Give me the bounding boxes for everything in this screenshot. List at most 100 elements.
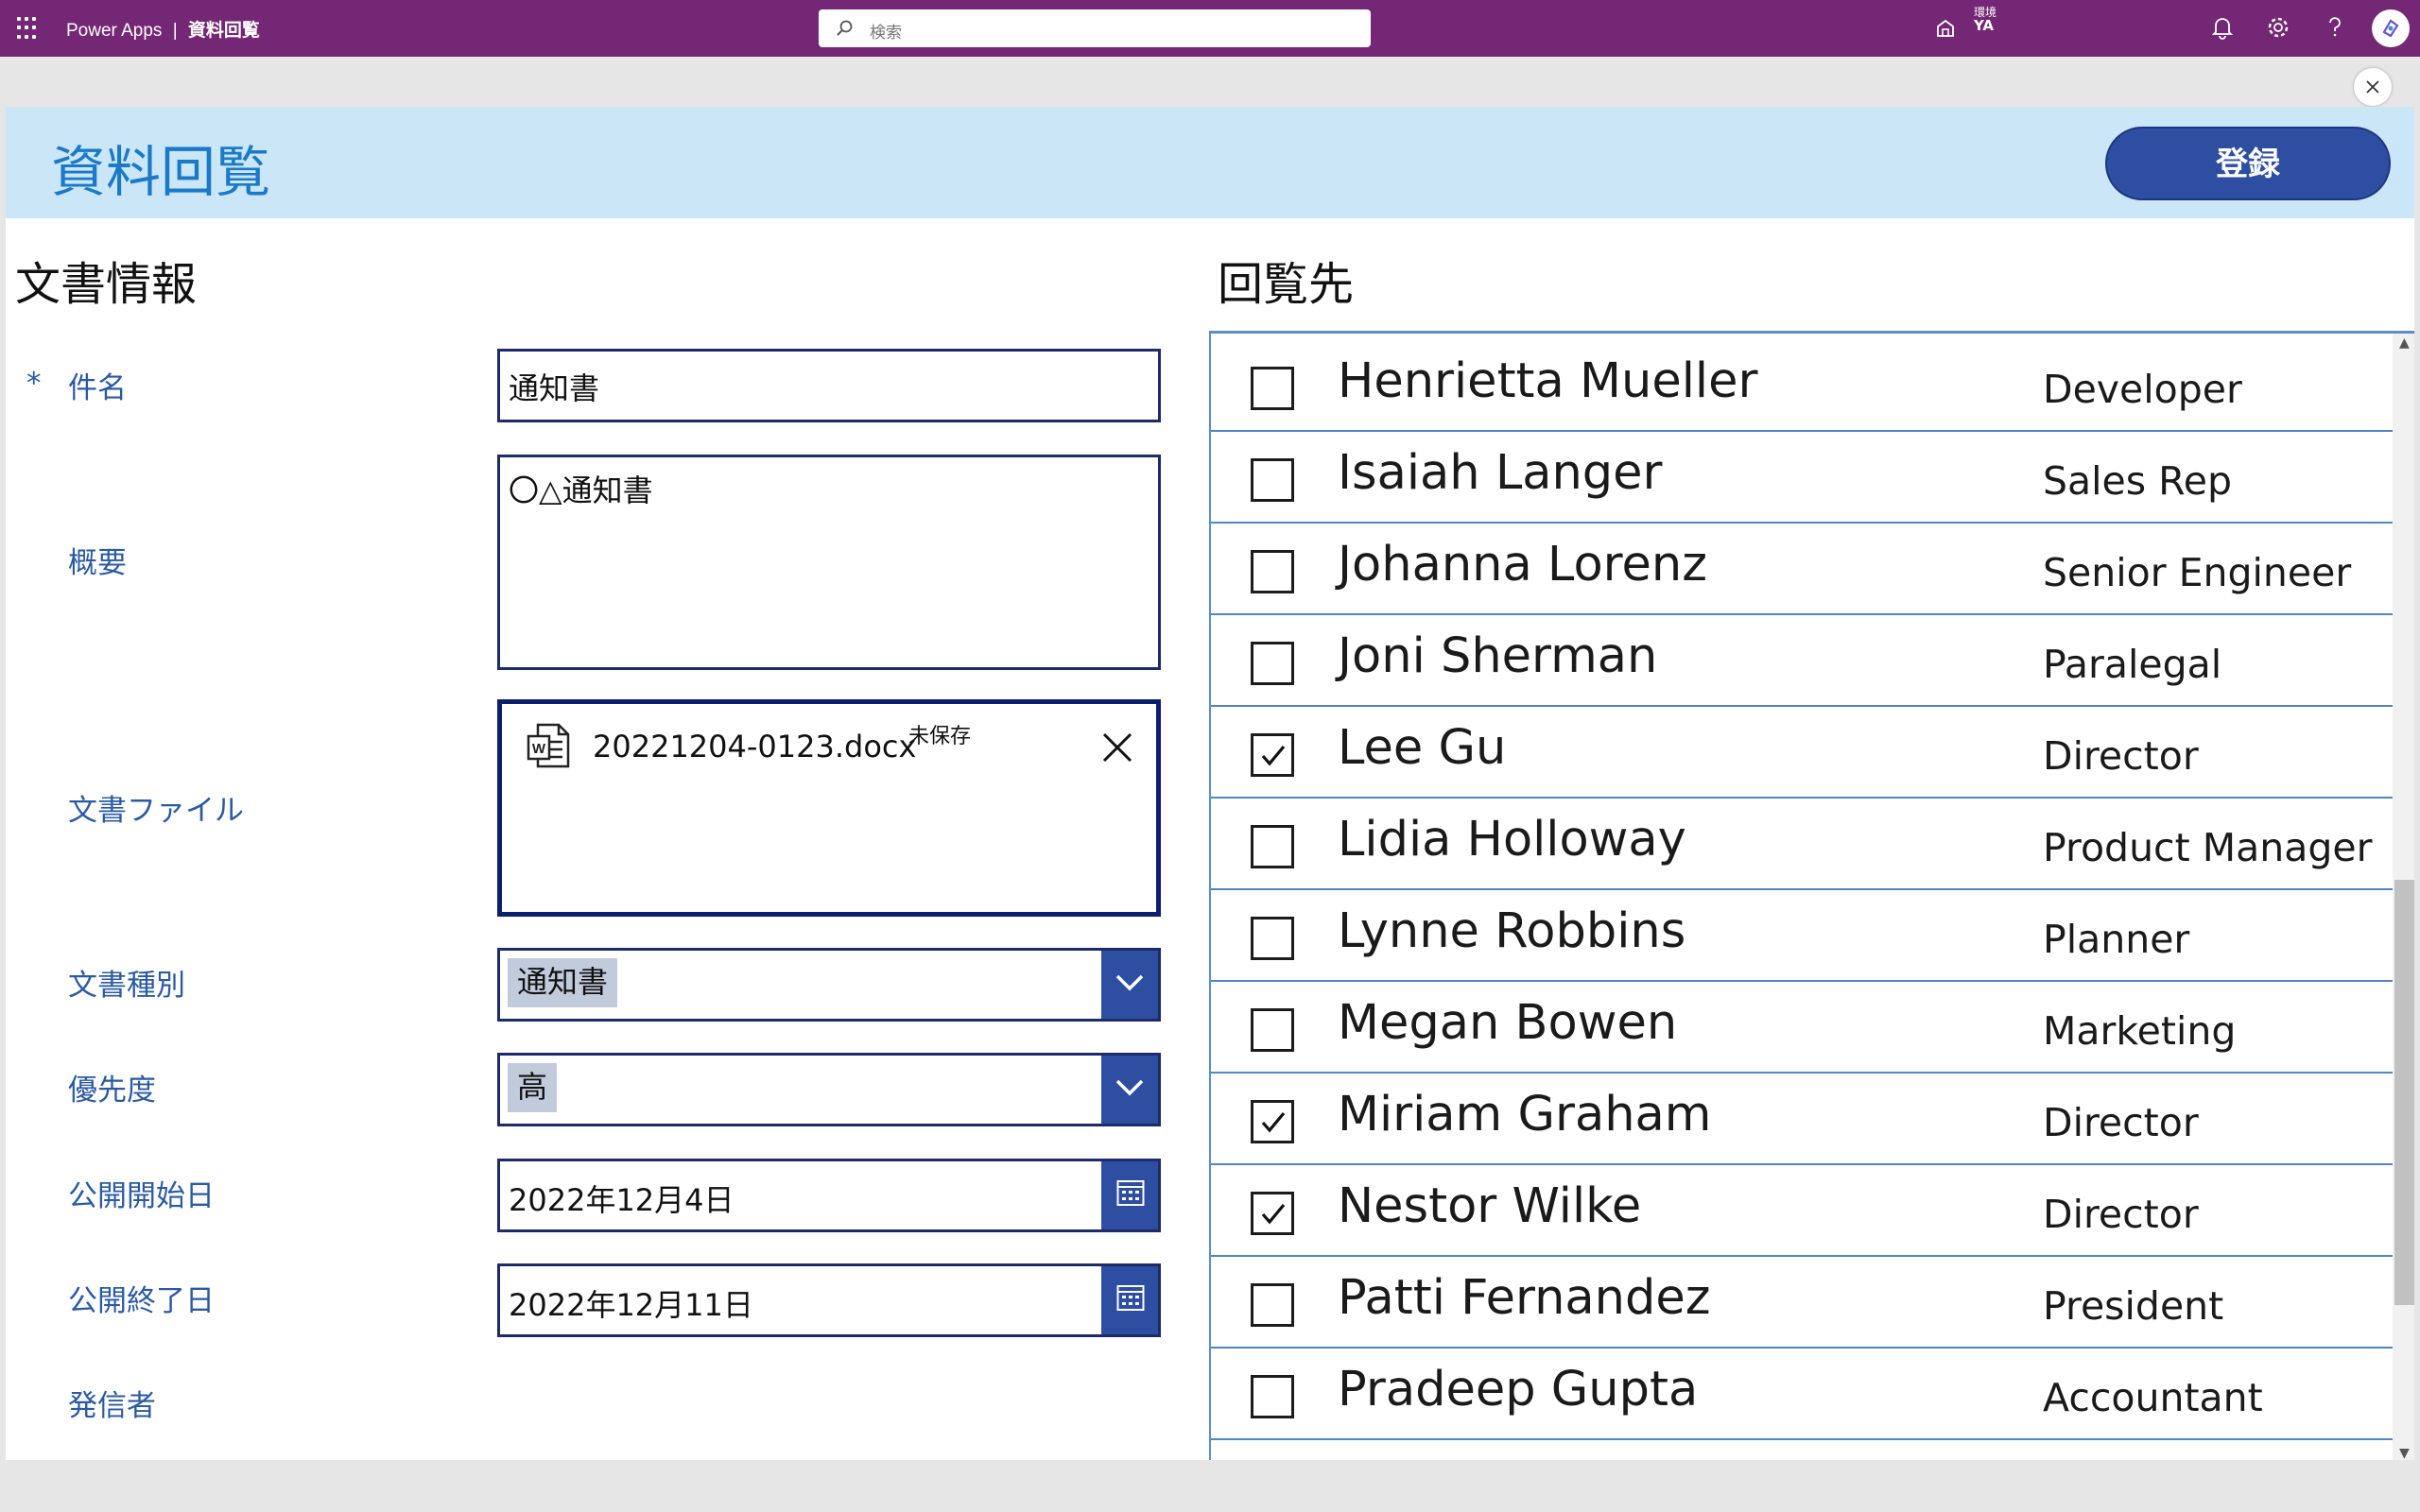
recipient-name: Pradeep Gupta [1338, 1362, 1699, 1418]
recipient-row[interactable]: Henrietta Mueller Developer [1211, 340, 2393, 432]
register-button[interactable]: 登録 [2105, 127, 2391, 200]
sender-label: 発信者 [68, 1389, 156, 1423]
recipient-row[interactable]: Johanna Lorenz Senior Engineer [1211, 524, 2393, 615]
recipient-row[interactable]: Isaiah Langer Sales Rep [1211, 432, 2393, 524]
app-launcher-icon[interactable] [17, 17, 40, 40]
checkmark-icon [1261, 1111, 1286, 1133]
recipient-row[interactable]: Joni Sherman Paralegal [1211, 615, 2393, 707]
recipient-name: Henrietta Mueller [1338, 353, 1758, 409]
app-canvas: 資料回覧 登録 文書情報 * 件名 通知書 概要 〇△通知書 文書ファイル W … [6, 107, 2414, 1460]
recipient-row[interactable]: Pradeep Gupta Accountant [1211, 1349, 2393, 1440]
recipient-name: Joni Sherman [1338, 628, 1658, 684]
end-date-calendar-button[interactable] [1101, 1266, 1158, 1334]
recipient-role: Director [2043, 1100, 2199, 1145]
recipient-role: Paralegal [2043, 642, 2222, 687]
recipients-title: 回覧先 [1218, 258, 1355, 311]
priority-dropdown[interactable]: 高 [497, 1053, 1161, 1126]
search-placeholder: 検索 [870, 24, 902, 43]
file-label: 文書ファイル [68, 794, 244, 828]
close-icon [2366, 80, 2379, 94]
end-date-label: 公開終了日 [68, 1284, 215, 1318]
recipient-row[interactable]: Lynne Robbins Planner [1211, 890, 2393, 982]
recipient-row[interactable]: Lidia Holloway Product Manager [1211, 799, 2393, 890]
summary-textarea[interactable]: 〇△通知書 [497, 455, 1161, 670]
subject-input[interactable]: 通知書 [497, 349, 1161, 422]
app-name: 資料回覧 [187, 21, 260, 41]
recipient-role: Accountant [2043, 1375, 2263, 1420]
start-date-calendar-button[interactable] [1101, 1161, 1158, 1229]
title-separator: | [172, 21, 178, 41]
checkbox-unchecked[interactable] [1251, 642, 1294, 685]
search-icon [837, 20, 853, 36]
start-date-picker[interactable]: 2022年12月4日 [497, 1159, 1161, 1232]
recipient-role: Director [2043, 1192, 2199, 1237]
checkbox-unchecked[interactable] [1251, 917, 1294, 960]
checkbox-unchecked[interactable] [1251, 367, 1294, 410]
recipient-name: Nestor Wilke [1338, 1178, 1642, 1234]
app-title: Power Apps | 資料回覧 [66, 16, 260, 42]
gear-icon[interactable] [2266, 15, 2290, 40]
recipient-role: Sales Rep [2043, 458, 2233, 504]
recipient-role: Product Manager [2043, 825, 2373, 870]
file-status: 未保存 [908, 725, 972, 748]
calendar-icon [1116, 1180, 1145, 1206]
doc-type-label: 文書種別 [68, 969, 185, 1003]
priority-value: 高 [508, 1063, 558, 1112]
environment-value: YA [1974, 17, 1995, 34]
checkbox-unchecked[interactable] [1251, 1283, 1294, 1327]
recipient-name: Megan Bowen [1338, 995, 1678, 1051]
recipient-row[interactable]: Miriam Graham Director [1211, 1074, 2393, 1165]
end-date-picker[interactable]: 2022年12月11日 [497, 1263, 1161, 1337]
checkbox-unchecked[interactable] [1251, 550, 1294, 593]
recipient-row[interactable]: Patti Fernandez President [1211, 1257, 2393, 1349]
checkmark-icon [1261, 745, 1286, 766]
checkbox-unchecked[interactable] [1251, 1375, 1294, 1418]
remove-file-icon[interactable] [1102, 732, 1132, 763]
scroll-up-icon[interactable]: ▲ [2399, 335, 2410, 351]
page-title: 資料回覧 [51, 140, 271, 204]
checkbox-checked[interactable] [1251, 1192, 1294, 1235]
recipient-role: Developer [2043, 367, 2242, 412]
checkbox-checked[interactable] [1251, 733, 1294, 777]
recipients-gallery[interactable]: Henrietta Mueller Developer Isaiah Langer S… [1209, 331, 2414, 1460]
recipient-role: Marketing [2043, 1008, 2237, 1054]
gallery-scrollbar[interactable]: ▲ ▼ [2393, 334, 2414, 1460]
recipient-name: Miriam Graham [1338, 1087, 1712, 1143]
checkbox-unchecked[interactable] [1251, 458, 1294, 502]
chevron-down-icon [1115, 1079, 1144, 1096]
doc-type-value: 通知書 [508, 958, 618, 1007]
doc-type-dropdown[interactable]: 通知書 [497, 948, 1161, 1022]
environment-label[interactable]: 環境 YA [1974, 6, 1996, 34]
search-box[interactable]: 検索 [819, 9, 1371, 47]
recipient-row[interactable]: Megan Bowen Marketing [1211, 982, 2393, 1074]
recipient-name: Isaiah Langer [1338, 445, 1663, 501]
priority-dropdown-button[interactable] [1101, 1056, 1158, 1124]
environment-icon[interactable] [1934, 17, 1957, 40]
recipient-role: President [2043, 1283, 2224, 1329]
chevron-down-icon [1115, 974, 1144, 991]
file-name: 20221204-0123.docx [593, 729, 917, 765]
file-attachment-box[interactable]: W 20221204-0123.docx 未保存 [497, 699, 1161, 917]
scrollbar-thumb[interactable] [2394, 880, 2414, 1305]
recipient-name: Patti Fernandez [1338, 1270, 1711, 1326]
user-avatar[interactable] [2372, 9, 2410, 47]
scroll-down-icon[interactable]: ▼ [2399, 1446, 2410, 1460]
recipient-role: Senior Engineer [2043, 550, 2352, 595]
summary-label: 概要 [68, 546, 127, 580]
recipient-role: Director [2043, 733, 2199, 779]
recipient-row[interactable]: Nestor Wilke Director [1211, 1165, 2393, 1257]
recipient-name: Johanna Lorenz [1338, 537, 1707, 593]
bell-icon[interactable] [2210, 15, 2235, 40]
subject-value: 通知書 [509, 370, 600, 406]
checkbox-unchecked[interactable] [1251, 1008, 1294, 1052]
svg-text:W: W [532, 741, 546, 757]
close-button[interactable] [2354, 68, 2392, 106]
recipient-row[interactable]: Lee Gu Director [1211, 707, 2393, 799]
doc-type-dropdown-button[interactable] [1101, 951, 1158, 1019]
checkbox-checked[interactable] [1251, 1100, 1294, 1143]
checkbox-unchecked[interactable] [1251, 825, 1294, 868]
brand-name: Power Apps [66, 21, 163, 41]
subject-label: 件名 [68, 371, 127, 405]
help-icon[interactable] [2324, 15, 2346, 40]
copilot-icon [2382, 19, 2399, 38]
